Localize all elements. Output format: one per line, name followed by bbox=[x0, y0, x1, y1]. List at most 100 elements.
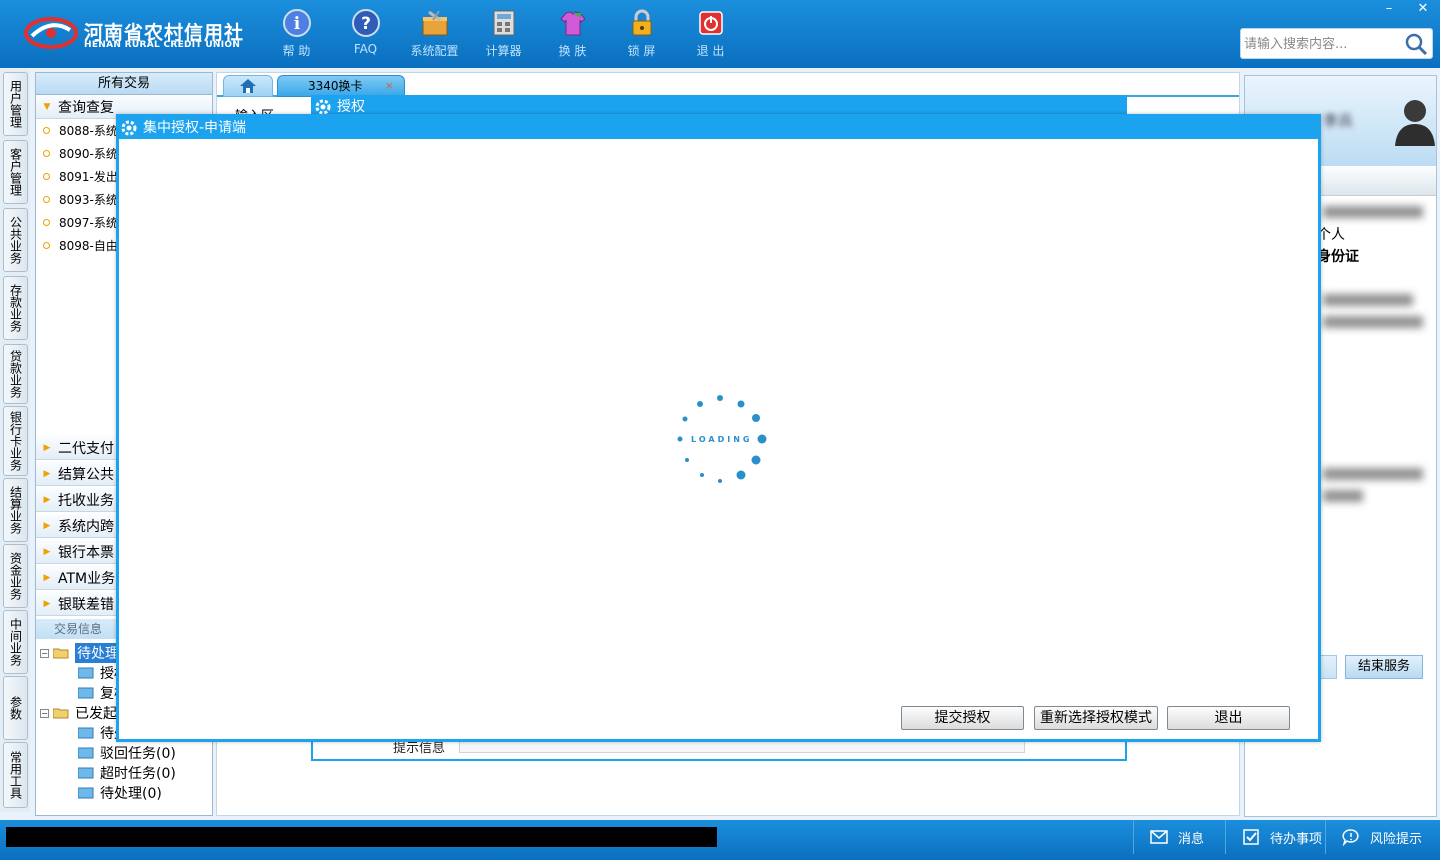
section-label: 二代支付 bbox=[58, 440, 114, 457]
folder-icon bbox=[78, 667, 94, 679]
calculator-label: 计算器 bbox=[485, 44, 522, 58]
redacted-field bbox=[1323, 294, 1413, 306]
transaction-item-label: 8093-系统 bbox=[59, 193, 118, 207]
folder-icon bbox=[78, 767, 94, 779]
risk-alert-button[interactable]: 风险提示 bbox=[1325, 820, 1430, 854]
logo: 河南省农村信用社 HENAN RURAL CREDIT UNION bbox=[24, 14, 243, 54]
vtab-parameters[interactable]: 参数 bbox=[3, 676, 28, 740]
tree-node-rejected[interactable]: 驳回任务(0) bbox=[78, 743, 176, 763]
vtab-fund-business[interactable]: 资金业务 bbox=[3, 544, 28, 608]
folder-icon bbox=[78, 747, 94, 759]
category-tabs: 用户管理 客户管理 公共业务 存款业务 贷款业务 银行卡业务 结算业务 资金业务… bbox=[0, 70, 30, 812]
minimize-button[interactable]: – bbox=[1372, 0, 1406, 18]
tab-close-icon[interactable]: × bbox=[385, 76, 394, 96]
top-header: 河南省农村信用社 HENAN RURAL CREDIT UNION i 帮 助 … bbox=[0, 0, 1440, 68]
folder-icon bbox=[78, 727, 94, 739]
exit-label: 退 出 bbox=[696, 44, 725, 58]
main-toolbar: i 帮 助 ? FAQ 系统配置 计算器 换 肤 锁 屏 退 出 bbox=[262, 8, 745, 60]
open-folder-icon bbox=[53, 708, 69, 719]
help-label: 帮 助 bbox=[282, 44, 311, 58]
avatar-icon bbox=[1395, 100, 1435, 146]
envelope-icon bbox=[1150, 830, 1168, 844]
svg-text:i: i bbox=[293, 14, 300, 34]
redacted-field bbox=[1323, 468, 1423, 480]
messages-label: 消息 bbox=[1178, 831, 1205, 847]
transaction-item-label: 8098-自由 bbox=[59, 239, 118, 253]
collapsed-triangle-icon: ▶ bbox=[43, 546, 51, 557]
vtab-deposit-business[interactable]: 存款业务 bbox=[3, 276, 28, 340]
lock-screen-button[interactable]: 锁 屏 bbox=[607, 8, 676, 60]
redacted-field bbox=[1323, 316, 1423, 328]
reselect-auth-mode-button[interactable]: 重新选择授权模式 bbox=[1034, 706, 1158, 730]
section-label: 银行本票 bbox=[58, 544, 114, 561]
faq-icon: ? bbox=[351, 9, 380, 37]
loading-text: LOADING bbox=[691, 435, 753, 444]
messages-button[interactable]: 消息 bbox=[1133, 820, 1225, 854]
tab-card-replacement-label: 3340换卡 bbox=[308, 79, 363, 93]
search-icon[interactable] bbox=[1404, 32, 1428, 56]
help-button[interactable]: i 帮 助 bbox=[262, 8, 331, 60]
lock-icon bbox=[632, 9, 651, 36]
change-skin-button[interactable]: 换 肤 bbox=[538, 8, 607, 60]
transaction-item-label: 8091-发出 bbox=[59, 170, 118, 184]
tree-node-label: 已发起 bbox=[75, 706, 117, 722]
logo-english-name: HENAN RURAL CREDIT UNION bbox=[84, 40, 241, 50]
vtab-public-business[interactable]: 公共业务 bbox=[3, 208, 28, 272]
transaction-item-label: 8097-系统 bbox=[59, 216, 118, 230]
tab-home[interactable] bbox=[223, 75, 273, 97]
exit-button[interactable]: 退 出 bbox=[676, 8, 745, 60]
collapse-icon[interactable]: − bbox=[40, 648, 49, 658]
open-folder-icon bbox=[53, 648, 69, 659]
section-query-label: 查询查复 bbox=[58, 99, 114, 116]
chat-bubble-icon bbox=[1342, 829, 1359, 846]
tab-card-replacement[interactable]: 3340换卡 × bbox=[277, 75, 405, 97]
redacted-field bbox=[1323, 206, 1423, 218]
change-skin-label: 换 肤 bbox=[558, 44, 587, 58]
todo-button[interactable]: 待办事项 bbox=[1225, 820, 1325, 854]
tab-bar: 3340换卡 × bbox=[217, 73, 1239, 97]
bullet-icon bbox=[43, 196, 50, 203]
expanded-triangle-icon: ▼ bbox=[43, 101, 51, 112]
search-input[interactable] bbox=[1244, 33, 1404, 55]
collapsed-triangle-icon: ▶ bbox=[43, 572, 51, 583]
checkbox-icon bbox=[1243, 829, 1259, 845]
tree-node-pending[interactable]: − 待处理 bbox=[40, 643, 121, 663]
tree-node-timeout[interactable]: 超时任务(0) bbox=[78, 763, 176, 783]
transaction-item-label: 8090-系统 bbox=[59, 147, 118, 161]
vtab-user-management[interactable]: 用户管理 bbox=[3, 72, 28, 136]
system-config-button[interactable]: 系统配置 bbox=[400, 8, 469, 60]
tree-node-label: 超时任务(0) bbox=[100, 766, 176, 782]
all-transactions-header: 所有交易 bbox=[36, 73, 212, 95]
collapse-icon[interactable]: − bbox=[40, 708, 49, 718]
faq-label: FAQ bbox=[353, 42, 378, 56]
section-label: 系统内跨 bbox=[58, 518, 114, 535]
submit-authorization-button[interactable]: 提交授权 bbox=[901, 706, 1024, 730]
folder-icon bbox=[78, 687, 94, 699]
vtab-settlement-business[interactable]: 结算业务 bbox=[3, 478, 28, 542]
close-window-button[interactable]: ✕ bbox=[1406, 0, 1440, 18]
system-config-label: 系统配置 bbox=[410, 44, 459, 58]
vtab-bank-card-business[interactable]: 银行卡业务 bbox=[3, 406, 28, 476]
calculator-icon bbox=[493, 10, 514, 36]
bullet-icon bbox=[43, 219, 50, 226]
bullet-icon bbox=[43, 150, 50, 157]
vtab-customer-management[interactable]: 客户管理 bbox=[3, 140, 28, 204]
end-service-button[interactable]: 结束服务 bbox=[1345, 655, 1423, 679]
tree-node-to-process[interactable]: 待处理(0) bbox=[78, 783, 162, 803]
vtab-intermediary-business[interactable]: 中间业务 bbox=[3, 610, 28, 674]
calculator-button[interactable]: 计算器 bbox=[469, 8, 538, 60]
faq-button[interactable]: ? FAQ bbox=[331, 8, 400, 60]
loading-spinner-icon bbox=[677, 395, 767, 483]
home-icon bbox=[240, 79, 256, 93]
status-bar: 消息 待办事项 风险提示 bbox=[0, 820, 1440, 860]
transaction-item-label: 8088-系统 bbox=[59, 124, 118, 138]
tree-node-sent[interactable]: − 已发起 bbox=[40, 703, 117, 723]
customer-type: 个人 bbox=[1317, 227, 1345, 243]
bullet-icon bbox=[43, 173, 50, 180]
section-label: 托收业务 bbox=[58, 492, 114, 509]
dialog-exit-button[interactable]: 退出 bbox=[1167, 706, 1290, 730]
vtab-common-tools[interactable]: 常用工具 bbox=[3, 742, 28, 808]
risk-alert-label: 风险提示 bbox=[1370, 831, 1423, 847]
vtab-loan-business[interactable]: 贷款业务 bbox=[3, 344, 28, 404]
skin-icon bbox=[559, 11, 586, 36]
